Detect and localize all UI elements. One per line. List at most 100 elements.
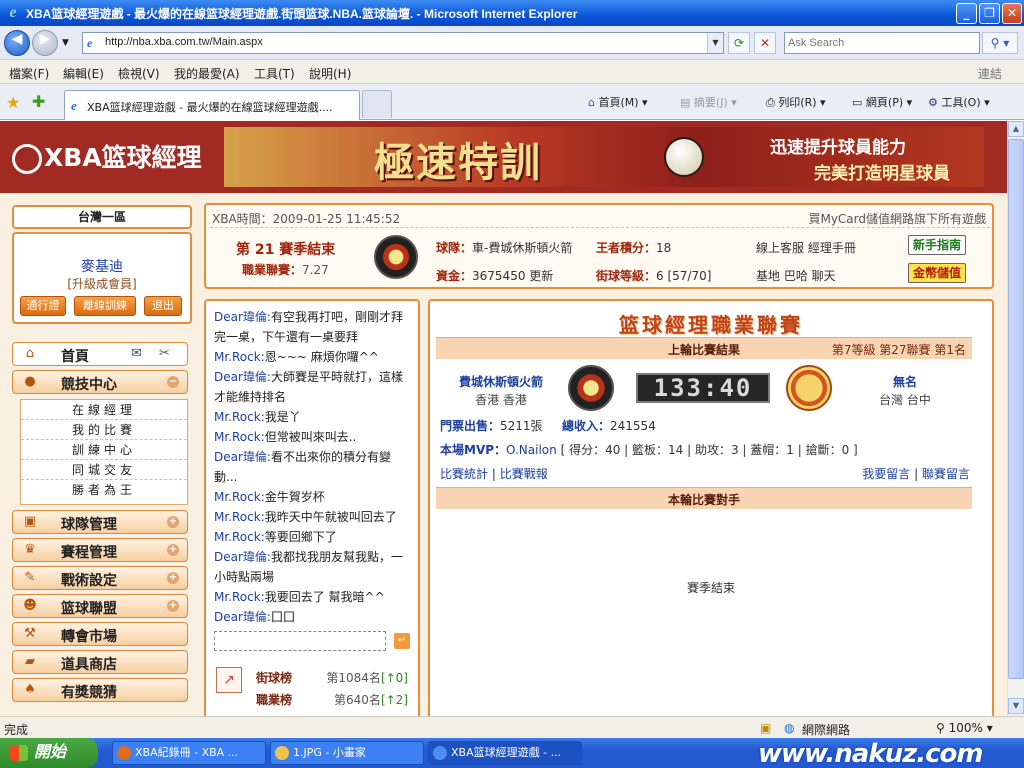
menu-edit[interactable]: 編輯(E) [63,65,104,82]
upgrade-link[interactable]: [升級成會員] [14,275,190,292]
chat-input[interactable] [214,631,386,651]
nav-team[interactable]: ▣ 球隊管理 + [12,510,188,534]
nav-tactics[interactable]: ✎ 戰術設定 + [12,566,188,590]
menu-help[interactable]: 說明(H) [309,65,351,82]
sub-my-matches[interactable]: 我的比賽 [21,421,187,440]
new-tab-button[interactable] [362,90,392,118]
match-report-link[interactable]: 比賽戰報 [500,467,548,481]
start-button[interactable]: 開始 [0,738,98,768]
scroll-up-icon[interactable]: ▲ [1008,121,1024,137]
stop-button[interactable]: ✕ [754,32,776,54]
nav-alliance[interactable]: ☻ 篮球聯盟 + [12,594,188,618]
address-dropdown-icon[interactable]: ▼ [707,33,723,53]
update-link[interactable]: 更新 [529,269,553,283]
cs-links[interactable]: 線上客服 經理手冊 [756,239,856,256]
expand-icon[interactable]: + [167,572,179,584]
nav-transfer[interactable]: ⚒ 轉會市場 [12,622,188,646]
nav-lottery[interactable]: ♠ 有獎競猜 [12,678,188,702]
feeds-toolbar-button[interactable]: ▤ 摘要(J) ▾ [680,94,737,110]
mycard-link[interactable]: 買MyCard儲值網路旗下所有遊戲 [808,210,986,227]
chat-sender[interactable]: Mr.Rock: [214,430,265,444]
passport-button[interactable]: 通行證 [20,296,66,316]
league-message-link[interactable]: 聯賽留言 [922,467,970,481]
home-label: 首頁(M) [598,96,639,109]
match-stats-link[interactable]: 比賽統計 [440,467,488,481]
zoom-control[interactable]: ⚲ 100% ▾ [936,721,993,735]
house-icon: ⌂ [25,346,35,361]
vertical-scrollbar[interactable]: ▲ ▼ [1007,121,1024,716]
chat-sender[interactable]: Dear瑋倫: [214,310,271,324]
menu-view[interactable]: 檢視(V) [118,65,160,82]
chat-sender[interactable]: Mr.Rock: [214,490,265,504]
newbie-guide-button[interactable]: 新手指南 [908,235,966,255]
add-favorites-icon[interactable]: ✚ [32,92,45,111]
king-points: 王者積分：18 [596,239,671,256]
ad-banner[interactable]: 極速特訓 迅速提升球員能力 完美打造明星球員 [224,127,984,187]
forward-button[interactable]: ▶ [32,30,58,56]
search-button[interactable]: ⚲ ▾ [982,32,1018,54]
chat-sender[interactable]: Mr.Rock: [214,590,265,604]
sub-online-manager[interactable]: 在線經理 [21,401,187,420]
expand-icon[interactable]: + [167,600,179,612]
chat-sender[interactable]: Dear瑋倫: [214,610,271,624]
collapse-icon[interactable]: − [167,376,179,388]
chat-sender[interactable]: Mr.Rock: [214,510,265,524]
tools-toolbar-button[interactable]: ⚙ 工具(O) ▾ [928,94,990,110]
site-logo[interactable]: XBA篮球經理 [12,138,202,174]
nav-competition[interactable]: ● 競技中心 − [12,370,188,394]
home-team-name[interactable]: 費城休斯頓火箭 [446,373,556,390]
team-value[interactable]: 車-費城休斯頓火箭 [472,241,572,255]
leave-message-link[interactable]: 我要留言 [862,467,910,481]
tab-active[interactable]: e XBA篮球經理遊戲 - 最火爆的在線篮球經理遊戲.... [64,90,360,120]
nav-schedule[interactable]: ♛ 賽程管理 + [12,538,188,562]
back-button[interactable]: ◀ [4,30,30,56]
favorites-star-icon[interactable]: ★ [6,93,20,112]
away-team-name[interactable]: 無名 [850,373,960,390]
page-toolbar-button[interactable]: ▭ 網頁(P) ▾ [852,94,912,110]
offline-training-button[interactable]: 離線訓練 [74,296,136,316]
expand-icon[interactable]: + [167,516,179,528]
nav-shop[interactable]: ▰ 道具商店 [12,650,188,674]
chat-sender[interactable]: Dear瑋倫: [214,550,271,564]
search-input[interactable] [788,34,978,52]
task-paint[interactable]: 1.JPG - 小畫家 [270,741,424,765]
refresh-button[interactable]: ⟳ [728,32,750,54]
chat-sender[interactable]: Mr.Rock: [214,350,265,364]
menu-file[interactable]: 檔案(F) [9,65,49,82]
nav-home[interactable]: ⌂ 首頁 ✉ ✂ [12,342,188,366]
base-links[interactable]: 基地 巴哈 聊天 [756,267,836,284]
sub-winner-king[interactable]: 勝者為王 [21,481,187,500]
address-url[interactable]: http://nba.xba.com.tw/Main.aspx [105,36,263,48]
chat-sender[interactable]: Dear瑋倫: [214,450,271,464]
expand-icon[interactable]: + [167,544,179,556]
links-label[interactable]: 連結 [978,65,1002,82]
menu-tools[interactable]: 工具(T) [254,65,295,82]
user-name[interactable]: 麥基迪 [14,256,190,276]
logout-button[interactable]: 退出 [144,296,182,316]
scroll-down-icon[interactable]: ▼ [1008,698,1024,714]
home-toolbar-button[interactable]: ⌂ 首頁(M) ▾ [588,94,648,110]
sub-city-friends[interactable]: 同城交友 [21,461,187,480]
send-icon[interactable]: ↵ [394,633,410,649]
menu-favorites[interactable]: 我的最愛(A) [174,65,240,82]
coin-topup-button[interactable]: 金幣儲值 [908,263,966,283]
minimize-button[interactable]: _ [956,3,977,24]
print-toolbar-button[interactable]: ⎙ 列印(R) ▾ [766,94,826,110]
history-dropdown-icon[interactable]: ▼ [62,38,69,48]
tools-icon[interactable]: ✂ [159,346,170,361]
task-ie[interactable]: XBA篮球經理遊戲 - ... [428,741,582,765]
search-field[interactable] [784,32,980,54]
chat-sender[interactable]: Dear瑋倫: [214,370,271,384]
chat-sender[interactable]: Mr.Rock: [214,530,265,544]
task-firefox[interactable]: XBA紀錄冊 - XBA ... [112,741,266,765]
street-rank-label: 街球榜 [256,671,293,685]
mvp-player[interactable]: O.Nailon [506,443,557,457]
mail-icon[interactable]: ✉ [131,346,142,361]
close-button[interactable]: ✕ [1002,3,1022,24]
tab-ie-icon: e [71,98,77,113]
maximize-button[interactable]: ❐ [979,3,1000,24]
sub-training-center[interactable]: 訓練中心 [21,441,187,460]
chat-sender[interactable]: Mr.Rock: [214,410,265,424]
scroll-thumb[interactable] [1008,139,1024,679]
address-field[interactable]: e http://nba.xba.com.tw/Main.aspx ▼ [82,32,724,54]
